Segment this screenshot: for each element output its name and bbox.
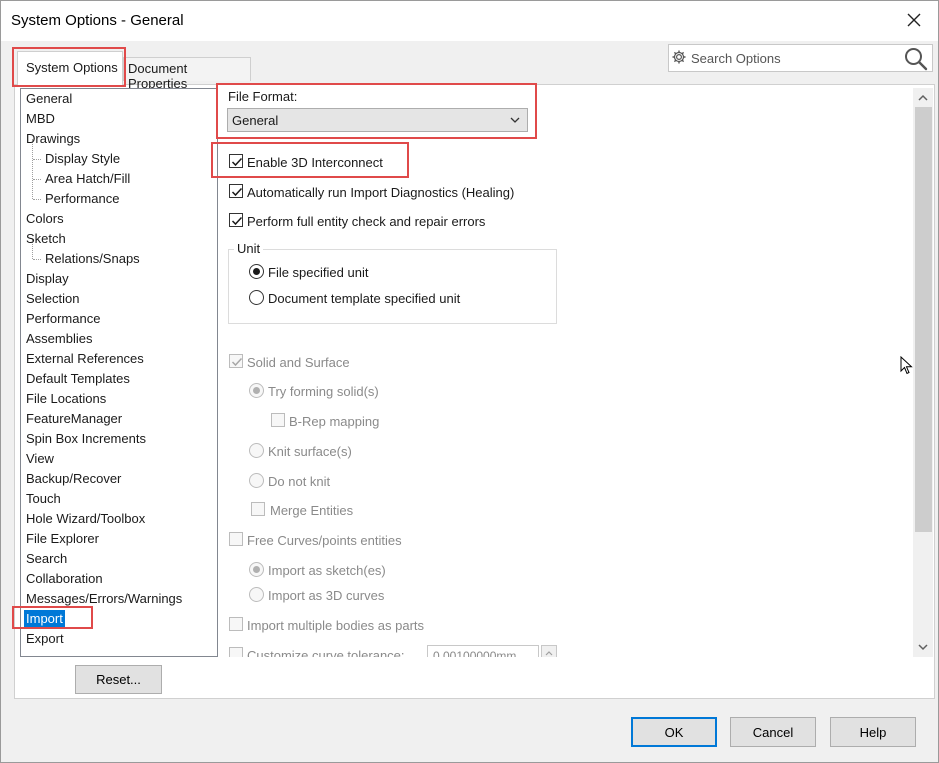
tree-item-selection[interactable]: Selection [26, 290, 79, 308]
tab-document-properties[interactable]: Document Properties [123, 57, 251, 91]
full-entity-check-checkbox[interactable] [229, 213, 243, 227]
tree-item-relations-snaps[interactable]: Relations/Snaps [45, 250, 140, 268]
do-not-knit-label: Do not knit [268, 474, 331, 489]
tab-system-options[interactable]: System Options [17, 51, 123, 85]
tree-item-sketch[interactable]: Sketch [26, 230, 66, 248]
template-unit-label: Document template specified unit [268, 291, 461, 306]
enable-3d-interconnect-checkbox[interactable] [229, 154, 243, 168]
tree-item-messages[interactable]: Messages/Errors/Warnings [26, 590, 182, 608]
reset-button[interactable]: Reset... [75, 665, 162, 694]
ok-button[interactable]: OK [631, 717, 717, 747]
cancel-button[interactable]: Cancel [730, 717, 816, 747]
import-as-3d-curves-label: Import as 3D curves [268, 588, 385, 603]
tree-item-general[interactable]: General [26, 90, 72, 108]
unit-group-title: Unit [234, 241, 264, 256]
tree-item-area-hatch[interactable]: Area Hatch/Fill [45, 170, 130, 188]
brep-mapping-label: B-Rep mapping [289, 414, 380, 429]
import-multiple-bodies-checkbox[interactable] [229, 617, 243, 631]
file-format-select[interactable]: General [227, 108, 528, 132]
merge-entities-checkbox[interactable] [251, 502, 265, 516]
solid-surface-checkbox[interactable] [229, 354, 243, 368]
tree-item-touch[interactable]: Touch [26, 490, 61, 508]
tree-item-spin-box-increments[interactable]: Spin Box Increments [26, 430, 146, 448]
options-tree: General MBD Drawings Display Style Area … [20, 88, 218, 657]
tree-item-hole-wizard[interactable]: Hole Wizard/Toolbox [26, 510, 145, 528]
tree-item-performance[interactable]: Performance [26, 310, 100, 328]
help-button[interactable]: Help [830, 717, 916, 747]
knit-surface-label: Knit surface(s) [268, 444, 352, 459]
solid-surface-label: Solid and Surface [247, 355, 350, 370]
tree-item-collaboration[interactable]: Collaboration [26, 570, 103, 588]
import-as-sketch-radio[interactable] [249, 562, 264, 577]
tree-item-assemblies[interactable]: Assemblies [26, 330, 92, 348]
mouse-cursor-icon [900, 355, 914, 379]
scroll-up-arrow-icon[interactable] [913, 89, 933, 107]
chevron-down-icon [509, 114, 521, 129]
tree-item-import[interactable]: Import [24, 610, 65, 628]
system-options-dialog: System Options - General Document Proper… [0, 0, 939, 763]
template-unit-radio[interactable] [249, 290, 264, 305]
curve-tolerance-value: 0.00100000mm [433, 649, 517, 657]
tree-item-featuremanager[interactable]: FeatureManager [26, 410, 122, 428]
scroll-down-arrow-icon[interactable] [913, 638, 933, 656]
do-not-knit-radio[interactable] [249, 473, 264, 488]
knit-surface-radio[interactable] [249, 443, 264, 458]
search-icon[interactable] [903, 46, 929, 75]
tree-item-drawings-performance[interactable]: Performance [45, 190, 119, 208]
search-input[interactable] [689, 48, 889, 68]
window-title: System Options - General [11, 12, 184, 29]
scrollbar-thumb[interactable] [915, 107, 932, 532]
file-format-value: General [232, 113, 279, 128]
tree-item-colors[interactable]: Colors [26, 210, 64, 228]
tree-item-drawings[interactable]: Drawings [26, 130, 80, 148]
enable-3d-interconnect-label: Enable 3D Interconnect [247, 155, 383, 170]
full-entity-check-label: Perform full entity check and repair err… [247, 214, 486, 229]
tree-item-file-locations[interactable]: File Locations [26, 390, 106, 408]
tree-item-view[interactable]: View [26, 450, 54, 468]
title-bar: System Options - General [1, 1, 938, 41]
tree-item-display-style[interactable]: Display Style [45, 150, 120, 168]
file-specified-unit-radio[interactable] [249, 264, 264, 279]
tree-item-mbd[interactable]: MBD [26, 110, 55, 128]
file-format-label: File Format: [228, 89, 298, 104]
tree-item-display[interactable]: Display [26, 270, 69, 288]
import-as-sketch-label: Import as sketch(es) [268, 563, 386, 578]
auto-diagnostics-label: Automatically run Import Diagnostics (He… [247, 185, 515, 200]
free-curves-label: Free Curves/points entities [247, 533, 402, 548]
import-multiple-bodies-label: Import multiple bodies as parts [247, 618, 425, 633]
curve-tolerance-checkbox[interactable] [229, 647, 243, 657]
unit-groupbox [228, 249, 557, 324]
gear-icon[interactable] [671, 49, 687, 68]
curve-tolerance-input[interactable]: 0.00100000mm [427, 645, 539, 657]
curve-tolerance-label: Customize curve tolerance: [247, 648, 405, 657]
tree-item-file-explorer[interactable]: File Explorer [26, 530, 99, 548]
free-curves-checkbox[interactable] [229, 532, 243, 546]
try-forming-solid-radio[interactable] [249, 383, 264, 398]
search-box [668, 44, 933, 72]
merge-entities-label: Merge Entities [270, 503, 354, 518]
tree-item-search[interactable]: Search [26, 550, 67, 568]
file-specified-unit-label: File specified unit [268, 265, 369, 280]
brep-mapping-checkbox[interactable] [271, 413, 285, 427]
close-icon[interactable] [904, 10, 924, 30]
auto-diagnostics-checkbox[interactable] [229, 184, 243, 198]
tree-item-external-references[interactable]: External References [26, 350, 144, 368]
tree-item-default-templates[interactable]: Default Templates [26, 370, 130, 388]
curve-tolerance-spinner[interactable] [541, 645, 557, 657]
try-forming-solid-label: Try forming solid(s) [268, 384, 379, 399]
tree-item-export[interactable]: Export [26, 630, 64, 648]
import-as-3d-curves-radio[interactable] [249, 587, 264, 602]
tree-item-backup-recover[interactable]: Backup/Recover [26, 470, 121, 488]
